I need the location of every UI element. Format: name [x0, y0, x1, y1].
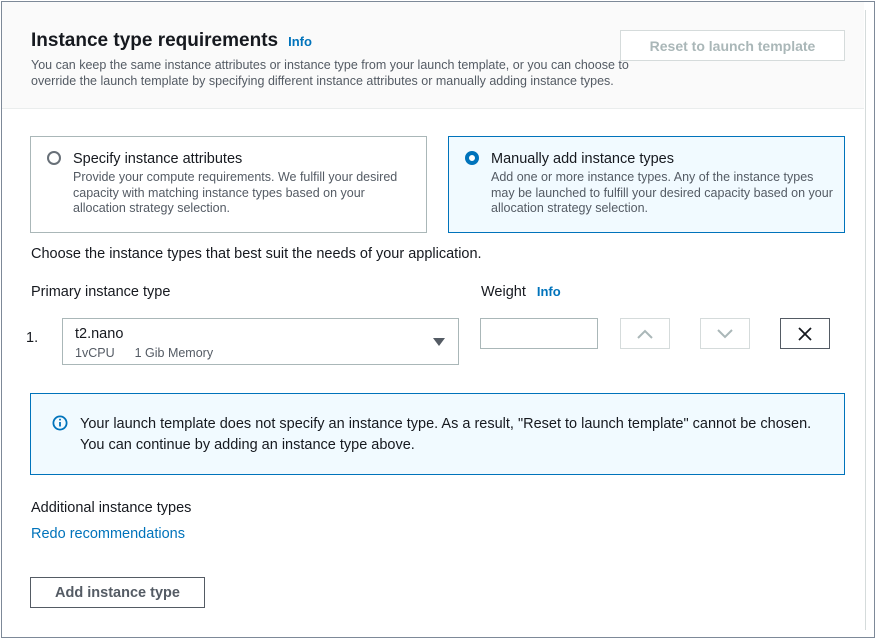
radio-manually-add[interactable] [465, 151, 479, 165]
weight-label: Weight [481, 284, 526, 300]
weight-input[interactable] [480, 318, 598, 349]
panel-title-row: Instance type requirements Info [31, 30, 312, 52]
chevron-up-icon [637, 329, 653, 339]
instance-type-select[interactable]: t2.nano 1vCPU 1 Gib Memory [62, 318, 459, 365]
chevron-down-icon [717, 328, 733, 338]
instance-specs: 1vCPU 1 Gib Memory [75, 346, 213, 360]
info-alert: Your launch template does not specify an… [30, 393, 845, 475]
choose-instructions: Choose the instance types that best suit… [31, 246, 482, 262]
close-icon [798, 326, 812, 341]
divider [865, 10, 866, 630]
option-description: Provide your compute requirements. We fu… [73, 170, 398, 215]
redo-recommendations-link[interactable]: Redo recommendations [31, 526, 185, 542]
alert-message: Your launch template does not specify an… [80, 416, 812, 453]
memory-value: 1 Gib Memory [134, 346, 214, 360]
move-up-button[interactable] [620, 318, 670, 349]
option-title: Specify instance attributes [73, 151, 243, 167]
additional-instance-types-label: Additional instance types [31, 500, 192, 516]
vcpu-value: 1vCPU [75, 346, 115, 360]
selected-instance-type: t2.nano [75, 326, 124, 342]
title-info-link[interactable]: Info [288, 34, 312, 49]
weight-info-link[interactable]: Info [537, 284, 561, 299]
panel-description: You can keep the same instance attribute… [31, 58, 629, 88]
remove-instance-button[interactable] [780, 318, 830, 349]
info-circle-icon [52, 415, 68, 431]
option-specify-attributes[interactable]: Specify instance attributes Provide your… [30, 136, 427, 233]
reset-to-launch-template-button[interactable]: Reset to launch template [620, 30, 845, 61]
add-instance-type-button[interactable]: Add instance type [30, 577, 205, 608]
move-down-button[interactable] [700, 318, 750, 349]
panel-title: Instance type requirements [31, 30, 279, 51]
dropdown-caret-icon [433, 338, 445, 346]
option-description: Add one or more instance types. Any of t… [491, 170, 833, 215]
primary-instance-type-label: Primary instance type [31, 284, 171, 300]
row-number: 1. [26, 330, 39, 346]
weight-label-row: Weight Info [481, 284, 561, 300]
radio-specify-attributes[interactable] [47, 151, 61, 165]
option-title: Manually add instance types [491, 151, 674, 167]
option-manually-add[interactable]: Manually add instance types Add one or m… [448, 136, 845, 233]
